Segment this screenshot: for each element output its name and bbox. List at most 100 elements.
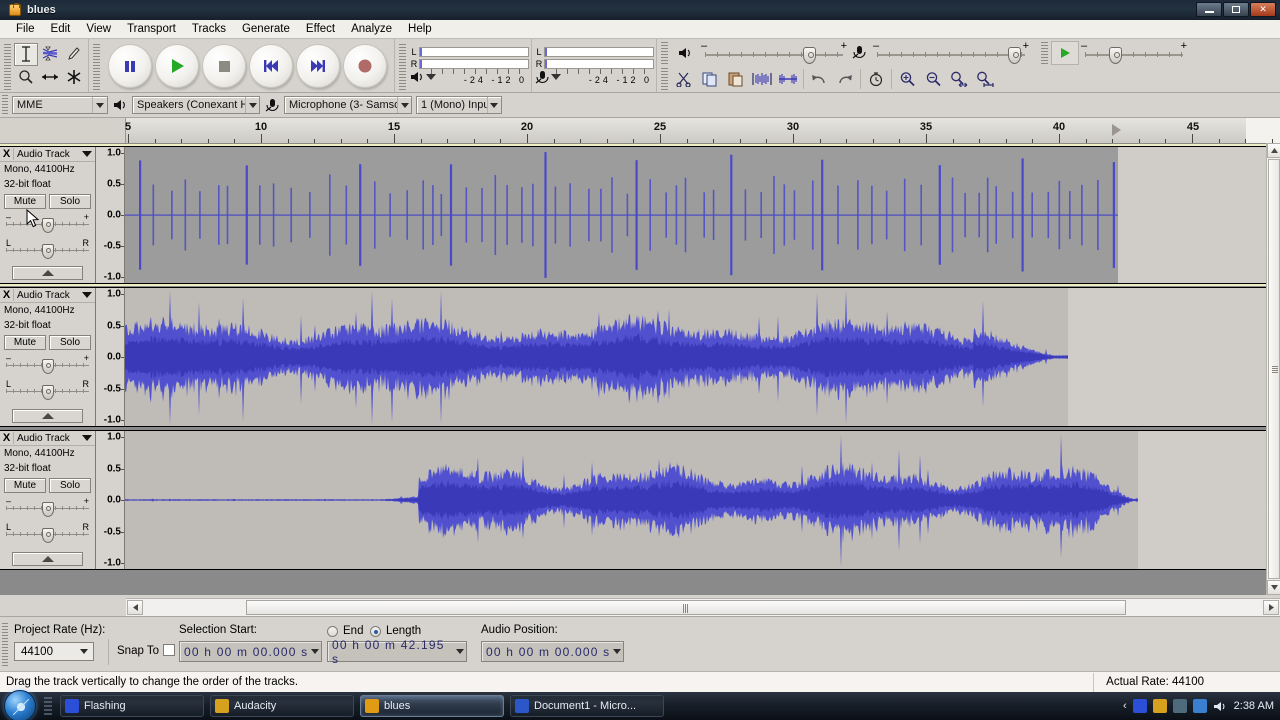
timeline-ruler[interactable]: 5 10 15 20 25 30 35 40 45 [0,118,1280,143]
track-3-collapse-button[interactable] [12,552,83,566]
selection-length-field[interactable]: 00 h 00 m 42.195 s [327,638,467,666]
track-1-close-button[interactable]: X [0,148,14,160]
timeline-ruler-face[interactable]: 5 10 15 20 25 30 35 40 45 [125,118,1280,143]
snap-to-checkbox[interactable] [163,644,175,656]
redo-button[interactable] [832,67,858,91]
track-1-gain-slider[interactable]: – + [6,212,89,235]
output-volume-slider[interactable]: – + [699,40,849,64]
sync-lock-button[interactable] [863,67,889,91]
track-2-pan-slider[interactable]: L R [6,379,89,402]
selection-toolbar-grip[interactable] [2,623,8,667]
menu-help[interactable]: Help [400,21,440,37]
chevron-down-icon[interactable] [613,649,621,654]
play-speed-slider[interactable]: – + [1079,40,1189,64]
menu-transport[interactable]: Transport [119,21,184,37]
menu-edit[interactable]: Edit [43,21,79,37]
taskbar-item-blues[interactable]: blues [360,695,504,717]
track-1-pan-slider[interactable]: L R [6,238,89,261]
recording-meter[interactable]: L R -24 -12 0 [534,46,654,85]
taskbar-item-audacity[interactable]: Audacity [210,695,354,717]
transcription-toolbar-grip[interactable] [1041,41,1048,64]
output-device-combo[interactable]: Speakers (Conexant Hig [132,96,260,114]
start-button[interactable] [4,690,36,720]
input-volume-slider[interactable]: – + [871,40,1031,64]
fit-project-button[interactable] [972,67,998,91]
play-at-speed-button[interactable] [1051,40,1079,65]
undo-button[interactable] [806,67,832,91]
vertical-scrollbar[interactable] [1266,143,1280,595]
horizontal-scrollbar-thumb[interactable] [246,600,1126,615]
cut-button[interactable] [671,67,697,91]
edit-toolbar-grip[interactable] [661,68,668,90]
track-2-gain-slider[interactable]: – + [6,353,89,376]
audio-position-field[interactable]: 00 h 00 m 00.000 s [481,641,624,662]
horizontal-scrollbar[interactable] [126,598,1280,616]
close-button[interactable]: ✕ [1250,2,1276,17]
stop-button[interactable] [202,43,246,88]
track-3-menu-chevron-down-icon[interactable] [82,435,92,441]
end-radio-label[interactable]: End [343,625,363,637]
track-2-solo-button[interactable]: Solo [49,335,91,350]
mixer-toolbar-grip[interactable] [661,41,668,64]
transport-toolbar-grip[interactable] [93,44,100,90]
track-1-menu-chevron-down-icon[interactable] [82,151,92,157]
track-1-control-panel[interactable]: X Audio Track Mono, 44100Hz 32-bit float… [0,147,96,283]
track-1-solo-button[interactable]: Solo [49,194,91,209]
tools-toolbar-grip[interactable] [4,44,11,90]
menu-effect[interactable]: Effect [298,21,343,37]
recording-meter-menu-icon[interactable] [551,74,561,80]
tray-icon-1[interactable] [1132,699,1147,713]
track-3-control-panel[interactable]: X Audio Track Mono, 44100Hz 32-bit float… [0,431,96,569]
audio-host-combo[interactable]: MME [12,96,108,114]
minimize-button[interactable] [1196,2,1222,17]
track-1-collapse-button[interactable] [12,266,83,280]
input-device-combo[interactable]: Microphone (3- Samson [284,96,412,114]
envelope-tool-icon[interactable] [38,43,62,66]
project-rate-combo[interactable]: 44100 [14,642,94,661]
trim-audio-button[interactable] [749,67,775,91]
play-button[interactable] [155,43,199,88]
track-3-solo-button[interactable]: Solo [49,478,91,493]
length-radio[interactable] [370,626,381,637]
device-toolbar-grip[interactable] [2,95,8,115]
scroll-down-button[interactable] [1267,580,1280,595]
playback-meter-menu-icon[interactable] [426,74,436,80]
track-2-control-panel[interactable]: X Audio Track Mono, 44100Hz 32-bit float… [0,288,96,426]
multi-tool-icon[interactable] [62,66,86,89]
taskbar-item-document1[interactable]: Document1 - Micro... [510,695,664,717]
track-2-waveform-area[interactable] [125,288,1266,426]
tray-clock[interactable]: 2:38 AM [1234,700,1274,712]
quick-launch-grip[interactable] [44,697,52,715]
zoom-tool-icon[interactable] [14,66,38,89]
input-channels-combo[interactable]: 1 (Mono) Inpu [416,96,502,114]
tray-icon-action-center[interactable] [1192,699,1207,713]
zoom-out-button[interactable] [920,67,946,91]
scroll-left-button[interactable] [127,600,143,615]
track-3-waveform-area[interactable] [125,431,1266,569]
track-1[interactable]: X Audio Track Mono, 44100Hz 32-bit float… [0,146,1266,284]
chevron-down-icon[interactable] [456,649,464,654]
volume-icon[interactable] [1213,700,1228,713]
vertical-scrollbar-thumb[interactable] [1268,159,1280,579]
taskbar-item-flashing[interactable]: Flashing [60,695,204,717]
draw-tool-icon[interactable] [62,43,86,66]
paste-button[interactable] [723,67,749,91]
fit-selection-button[interactable] [946,67,972,91]
track-3-close-button[interactable]: X [0,432,14,444]
selection-start-field[interactable]: 00 h 00 m 00.000 s [179,641,322,662]
menu-analyze[interactable]: Analyze [343,21,400,37]
track-3-mute-button[interactable]: Mute [4,478,46,493]
playback-meter[interactable]: L R -24 -12 0 [409,46,529,85]
track-2-menu-chevron-down-icon[interactable] [82,292,92,298]
zoom-in-button[interactable] [894,67,920,91]
silence-audio-button[interactable] [775,67,801,91]
selection-tool-icon[interactable] [14,42,38,66]
menu-tracks[interactable]: Tracks [184,21,234,37]
menu-generate[interactable]: Generate [234,21,298,37]
restore-button[interactable] [1223,2,1249,17]
track-3[interactable]: X Audio Track Mono, 44100Hz 32-bit float… [0,430,1266,570]
tray-icon-2[interactable] [1152,699,1167,713]
record-button[interactable] [343,43,387,88]
length-radio-label[interactable]: Length [386,625,421,637]
menu-file[interactable]: File [8,21,43,37]
